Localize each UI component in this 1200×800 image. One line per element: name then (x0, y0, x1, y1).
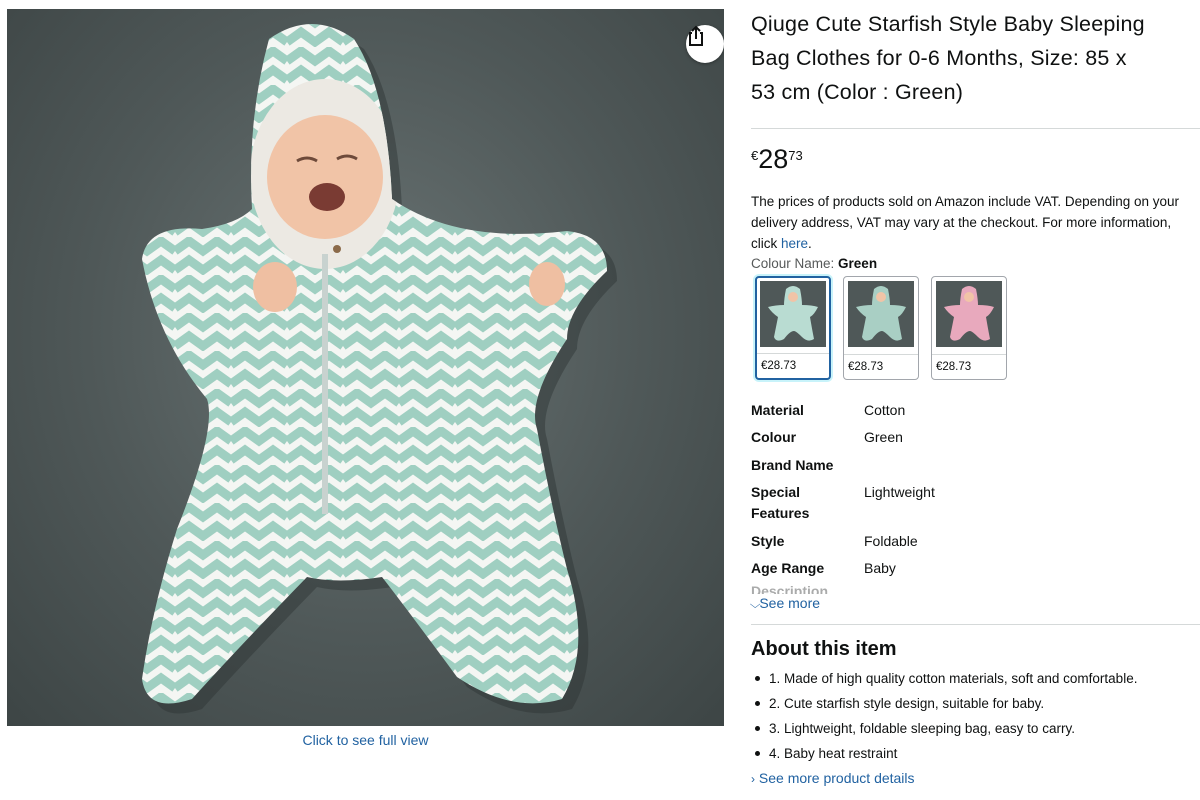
vat-note-end: . (808, 236, 812, 251)
see-more-label: See more (759, 595, 821, 611)
click-to-see-full-view-link[interactable]: Click to see full view (7, 732, 724, 748)
spec-key-special-features: Special Features (751, 484, 810, 521)
spec-key-colour: Colour (751, 429, 797, 445)
spec-value-material: Cotton (864, 402, 906, 418)
see-more-details-label: See more product details (758, 770, 915, 786)
swatch-price: €28.73 (844, 354, 918, 379)
about-this-item-heading: About this item (751, 638, 897, 660)
colour-swatch-green[interactable]: €28.73 (755, 276, 831, 380)
divider (751, 128, 1200, 129)
share-icon (689, 25, 703, 46)
swatch-price: €28.73 (757, 353, 829, 378)
colour-name-value: Green (838, 256, 878, 271)
share-button[interactable] (686, 25, 724, 63)
vat-info-link[interactable]: here (781, 236, 808, 251)
colour-swatch-green-alt[interactable]: €28.73 (843, 276, 919, 380)
product-main-image[interactable] (7, 9, 724, 726)
see-more-product-details-link[interactable]: › See more product details (751, 770, 915, 786)
spec-key-age-range: Age Range (751, 560, 825, 576)
swatch-thumbnail (848, 281, 914, 347)
product-photo (142, 24, 617, 714)
chevron-down-icon: ⌵ (749, 599, 761, 611)
bullet-item: 4. Baby heat restraint (751, 741, 1200, 766)
swatch-thumbnail (936, 281, 1002, 347)
spec-value-style: Foldable (864, 533, 918, 549)
vat-note: The prices of products sold on Amazon in… (751, 191, 1200, 254)
spec-value-colour: Green (864, 429, 903, 445)
price-currency: € (751, 148, 759, 163)
price-fraction: 73 (788, 148, 803, 163)
colour-name-label: Colour Name: (751, 256, 835, 271)
spec-key-description-cutoff: Description (751, 583, 829, 594)
swatch-thumbnail (760, 281, 826, 347)
spec-value-age-range: Baby (864, 560, 896, 576)
bullet-item: 1. Made of high quality cotton materials… (751, 666, 1200, 691)
price-whole: 28 (758, 144, 789, 174)
colour-swatch-pink[interactable]: €28.73 (931, 276, 1007, 380)
spec-key-brand-name: Brand Name (751, 457, 834, 473)
bullet-item: 2. Cute starfish style design, suitable … (751, 691, 1200, 716)
spec-value-special-features: Lightweight (864, 484, 935, 500)
product-title: Qiuge Cute Starfish Style Baby Sleeping … (751, 12, 1145, 104)
spec-key-material: Material (751, 402, 804, 418)
divider (751, 624, 1200, 625)
chevron-right-icon: › (751, 772, 755, 786)
colour-name: Colour Name: Green (751, 256, 877, 271)
spec-key-style: Style (751, 533, 785, 549)
product-price: €2873 (751, 146, 803, 173)
bullet-item: 3. Lightweight, foldable sleeping bag, e… (751, 716, 1200, 741)
see-more-button[interactable]: ⌵See more (749, 595, 821, 612)
about-bullets: 1. Made of high quality cotton materials… (751, 666, 1200, 766)
swatch-price: €28.73 (932, 354, 1006, 379)
vat-note-text: The prices of products sold on Amazon in… (751, 194, 1179, 251)
